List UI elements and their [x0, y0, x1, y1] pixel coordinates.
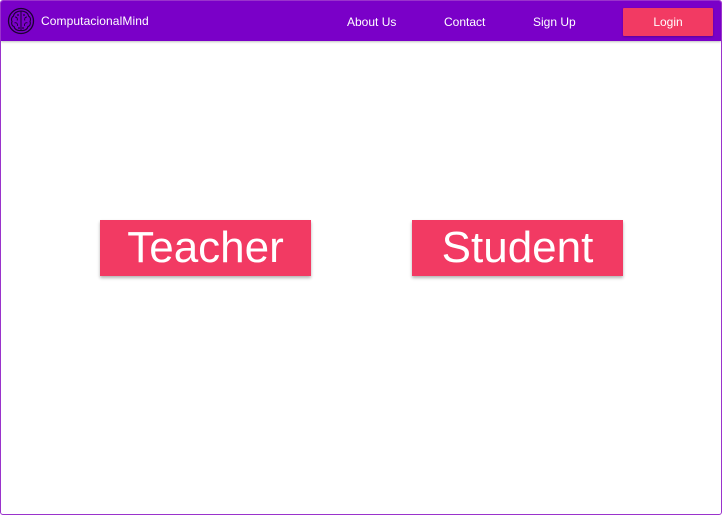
brand-name: ComputacionalMind	[41, 14, 149, 28]
teacher-button[interactable]: Teacher	[100, 220, 311, 276]
login-button[interactable]: Login	[623, 8, 713, 36]
nav-link-sign-up[interactable]: Sign Up	[533, 14, 576, 30]
brand[interactable]: ComputacionalMind	[7, 7, 149, 35]
top-navbar: ComputacionalMind About Us Contact Sign …	[1, 1, 721, 41]
app-window: ComputacionalMind About Us Contact Sign …	[0, 0, 722, 515]
nav-link-contact[interactable]: Contact	[444, 14, 485, 30]
student-button[interactable]: Student	[412, 220, 623, 276]
nav-link-about-us[interactable]: About Us	[347, 14, 396, 30]
brain-icon	[7, 7, 35, 35]
